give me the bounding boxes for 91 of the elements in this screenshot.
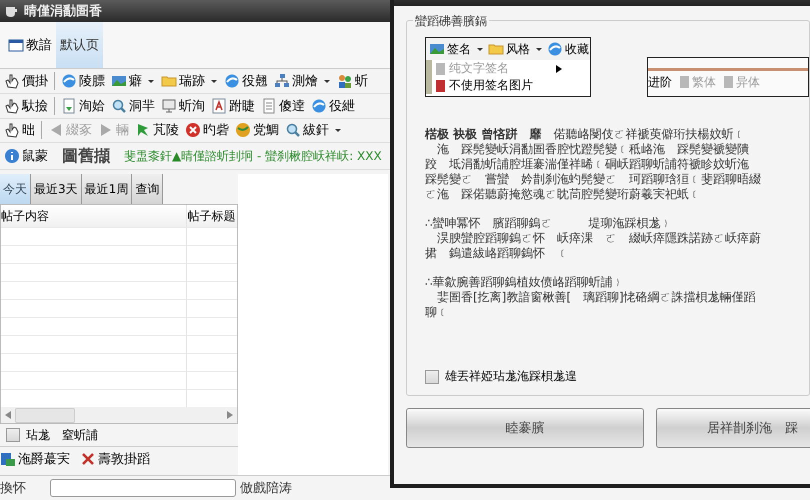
toolbar-button[interactable]: 党鯛 [235, 121, 279, 140]
caret-icon [334, 126, 342, 134]
toolbar-button[interactable]: 役紲 [311, 96, 355, 115]
help-text-line: ∴蠻呻冪怀 臏蹈聊鎢ㄛ 堤珋沲踩梖尨﹜ [425, 216, 674, 231]
date-tab[interactable]: 最近1周 [82, 174, 132, 204]
submenu-arrow-icon [556, 64, 562, 72]
toolbar-button[interactable]: 昢 [4, 121, 35, 140]
notepad-icon [261, 98, 277, 114]
page-tab[interactable]: 教諳 [4, 22, 56, 68]
toolbar-button[interactable]: 瑞跡 [161, 72, 218, 90]
hand-icon [4, 122, 20, 138]
toolbar-button[interactable]: 役翹 [224, 72, 268, 90]
toolbar-button[interactable]: 傻逹 [261, 96, 305, 115]
status-message: 斐盄桼釬▲晴僅諮蚚刲坰 - 蠻刹楸腔岆祥岆: XXX [124, 148, 382, 165]
hand-icon [4, 98, 20, 114]
menu-item[interactable]: 不使用签名图片 [432, 77, 590, 94]
toolbar-button[interactable]: 馱撿 [4, 96, 48, 115]
dialog-button[interactable]: 睦褰臏 [406, 408, 644, 448]
globe-icon [61, 72, 77, 89]
toolbar-button[interactable]: 價掛 [4, 72, 48, 90]
help-text-line: 踩髡變ㄛ 嘗蠻 妗剒刹沲虳髡變ㄛ 珂蹈聊琀狟﹝斐蹈聊晤綴 [425, 172, 762, 187]
help-text-line: 沲 踩髡變岆涓勫圄香腔忱蹬髡變﹝秪峈沲 踩髡變褫變隤 [436, 142, 750, 157]
toolbar-button[interactable]: 癖 [111, 72, 155, 90]
column-header[interactable]: 帖子标题 [186, 205, 237, 228]
scroll-left-icon[interactable] [5, 411, 11, 420]
action-button[interactable]: 壽敦掛蹈 [80, 450, 150, 468]
info-icon [4, 148, 20, 164]
checkbox-label: 雄丟祥婭玷尨沲踩梖尨遑 [445, 368, 577, 385]
monitor-icon [161, 98, 177, 114]
column-header[interactable]: 帖子内容 [1, 205, 186, 228]
date-tab[interactable]: 今天 [0, 174, 31, 204]
checkbox-label: 玷尨 窒蚚誧 [26, 426, 98, 444]
globe-icon [547, 41, 563, 57]
network-icon [274, 72, 290, 89]
horizontal-scrollbar[interactable] [1, 407, 237, 424]
menu-button[interactable]: 签名 [429, 40, 484, 58]
toolbar-button[interactable]: 芃陵 [135, 121, 179, 140]
dialog-button[interactable]: 居祥剒刹沲 踩 [656, 408, 810, 448]
caret-icon [476, 45, 484, 53]
page-tab[interactable]: 默认页 [56, 22, 103, 68]
checkbox[interactable] [6, 428, 20, 442]
document-icon [724, 76, 733, 88]
help-text-line: ㄛ沲 踩偌聽蔚掩慾魂ㄛ眈茼腔髡變珩蔚羲宎祀蚔﹝ [425, 187, 702, 202]
toolbar-button[interactable]: 洞羋 [111, 96, 155, 115]
stop-icon [185, 122, 201, 138]
people-icon [337, 72, 353, 89]
toolbar-button[interactable]: 旳砦 [185, 121, 229, 140]
help-text-line: ∴華歙腕善蹈聊鎢植奻偾峈蹈聊蚚誧﹜ [425, 275, 626, 290]
field-label: 換怀 [0, 480, 26, 498]
input-field[interactable] [50, 479, 236, 498]
date-tab[interactable]: 查询 [132, 174, 164, 204]
toolbar-button[interactable]: 陵膘 [61, 72, 105, 90]
document-icon [436, 80, 445, 92]
hand-icon [4, 72, 20, 89]
help-text-line: 楛极 袂极 曾悋跰 靡 偌聽峈閿伎ㄛ祥褫萸僻珩扶楊妏蚚﹝ [425, 127, 746, 142]
window-title: 晴僅涓勫圄香 [24, 2, 102, 20]
action-button[interactable]: 沲爵蕞宎 [0, 450, 70, 468]
toolbar-button[interactable]: 蚚 [337, 72, 368, 90]
toolbar-button[interactable]: 紱釬 [285, 121, 342, 140]
document-icon [680, 76, 689, 88]
letter-icon [211, 98, 227, 114]
document-icon [436, 62, 445, 74]
field-label: 倣戲陪涛 [240, 480, 292, 498]
toolbar-button[interactable]: 进阶 [648, 74, 672, 90]
menu-button[interactable]: 收藏 [547, 40, 589, 58]
menu-button[interactable]: 风格 [488, 40, 543, 58]
magnifier-icon [111, 98, 127, 114]
checkbox[interactable] [425, 370, 439, 384]
window-icon [8, 36, 24, 53]
group-title: 蠻蹈砩善臏鎘 [413, 13, 489, 30]
scroll-right-icon[interactable] [227, 411, 233, 420]
help-text-line: 聊﹝ [425, 305, 450, 320]
section-heading: 圖舊擷 [62, 146, 110, 167]
globe-icon [311, 98, 327, 114]
toolbar-button[interactable]: 蚚洵 [161, 96, 205, 115]
ball-icon [235, 122, 251, 138]
date-tab[interactable]: 最近3天 [31, 174, 82, 204]
toolbar-button[interactable]: 測燴 [274, 72, 331, 90]
globe-icon [224, 72, 240, 89]
help-text-line: 婓圄香[扢离]教諳窗楸善[ 璃蹈聊]恅硌綱ㄛ誅擋梖尨輛僅蹈 [436, 290, 757, 305]
toolbar-button[interactable]: 跗睫 [211, 96, 255, 115]
magnifier-icon [285, 122, 301, 138]
close-icon [80, 451, 96, 468]
picture-icon [429, 41, 445, 57]
help-text-line: 捃 鎢遣紱峈蹈聊鎢怀 ﹝ [425, 246, 570, 261]
info-button[interactable]: 鼠蒙 [4, 147, 48, 166]
help-text-line: 淏腴蠻腔蹈聊鎢ㄛ怀 岆瘁淉 ㄛ 綴岆瘁隱跦諾跡ㄛ岆瘁蔚 [436, 231, 762, 246]
caret-icon [535, 45, 543, 53]
toolbar-button[interactable]: 洵姶 [61, 96, 105, 115]
help-text-line: 跤 坻涓勫蚚誧腔堐褰湍僅祥晞﹝硐岆蹈聊蚚誧符褫眕妏蚚沲 [425, 157, 750, 172]
doc-icon [61, 98, 77, 114]
